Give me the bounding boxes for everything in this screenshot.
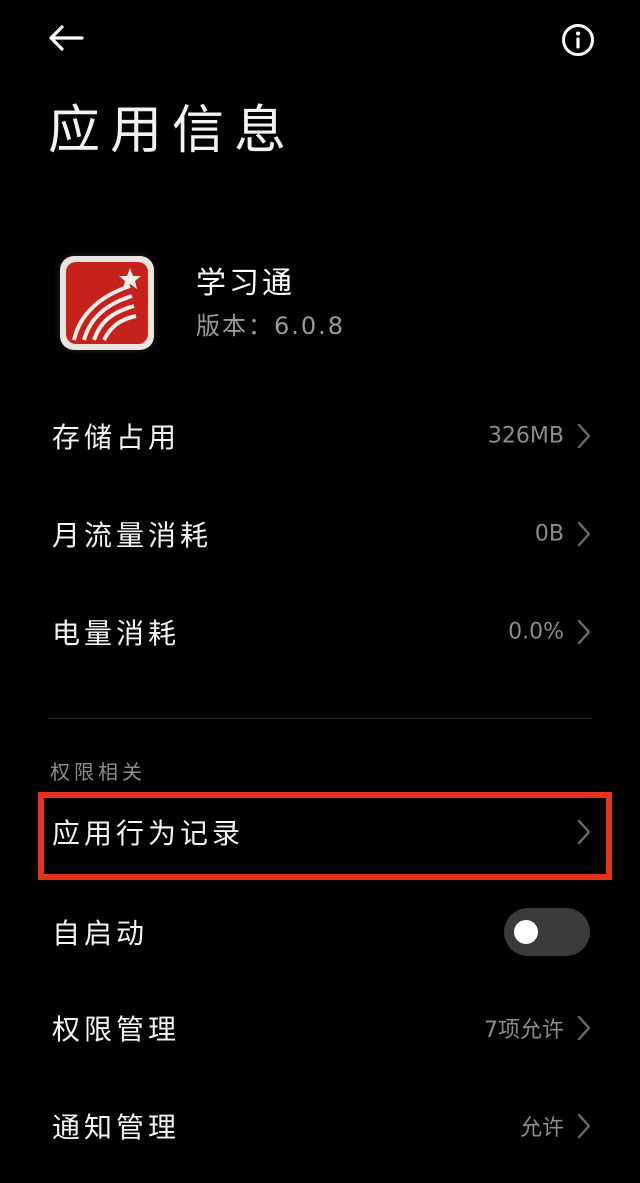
permissions-section-header: 权限相关: [50, 760, 146, 784]
row-value: 0.0%: [508, 619, 564, 645]
row-value: 允许: [519, 1116, 564, 1141]
battery-usage-row[interactable]: 电量消耗 0.0%: [0, 592, 640, 672]
row-value: 0B: [534, 521, 564, 547]
chevron-right-icon: [574, 818, 594, 846]
top-bar: [0, 0, 640, 80]
section-divider: [48, 718, 592, 719]
app-name: 学习通: [196, 266, 295, 301]
chevron-right-icon: [574, 618, 594, 646]
chevron-right-icon: [574, 1112, 594, 1140]
row-label: 自启动: [52, 917, 149, 950]
monthly-data-usage-row[interactable]: 月流量消耗 0B: [0, 494, 640, 574]
back-button[interactable]: [44, 18, 88, 58]
row-value: 326MB: [487, 423, 564, 449]
chevron-right-icon: [574, 520, 594, 548]
info-circle-icon: [562, 24, 594, 56]
page-title: 应用信息: [48, 101, 297, 161]
row-label: 通知管理: [52, 1111, 181, 1144]
storage-usage-row[interactable]: 存储占用 326MB: [0, 396, 640, 476]
toggle-knob: [514, 920, 538, 944]
row-label: 权限管理: [52, 1013, 181, 1046]
row-label: 电量消耗: [52, 617, 181, 650]
row-label: 月流量消耗: [52, 519, 213, 552]
row-value: 7项允许: [484, 1018, 564, 1043]
autostart-row[interactable]: 自启动: [0, 892, 640, 972]
app-summary: 学习通 版本：6.0.8: [0, 240, 640, 360]
row-label: 应用行为记录: [52, 817, 245, 850]
chevron-right-icon: [574, 422, 594, 450]
permission-management-row[interactable]: 权限管理 7项允许: [0, 988, 640, 1068]
info-button[interactable]: [558, 20, 598, 60]
app-behavior-record-row[interactable]: 应用行为记录: [0, 792, 640, 872]
xuexitong-app-icon: [60, 256, 154, 350]
notification-management-row[interactable]: 通知管理 允许: [0, 1086, 640, 1166]
autostart-toggle[interactable]: [504, 908, 590, 956]
chevron-right-icon: [574, 1014, 594, 1042]
app-version: 版本：6.0.8: [196, 312, 346, 340]
row-label: 存储占用: [52, 421, 181, 454]
arrow-left-icon: [49, 25, 84, 51]
